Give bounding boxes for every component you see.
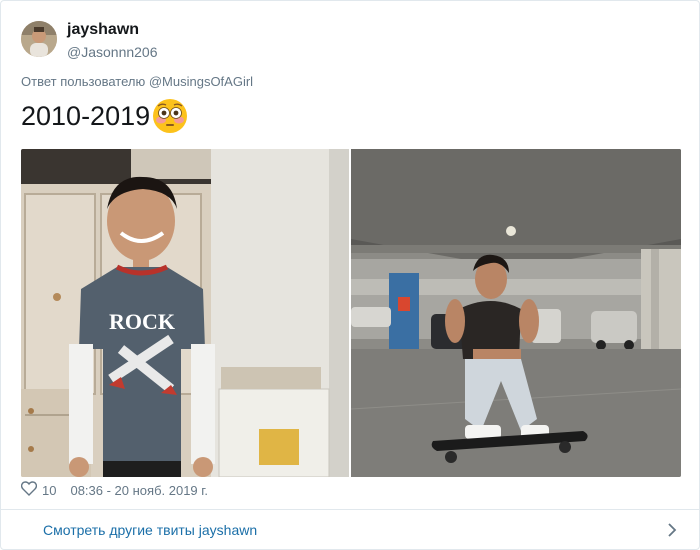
- more-tweets-footer[interactable]: Смотреть другие твиты jayshawn: [1, 509, 699, 549]
- shirt-print: ROCK: [109, 309, 175, 334]
- more-tweets-link[interactable]: Смотреть другие твиты jayshawn: [43, 522, 257, 538]
- tweet-card: jayshawn @Jasonnn206 Ответ пользователю …: [0, 0, 700, 550]
- avatar[interactable]: [21, 21, 57, 57]
- like-button[interactable]: 10: [20, 481, 70, 499]
- heart-icon: [20, 481, 38, 499]
- tweet-media[interactable]: ROCK: [21, 149, 681, 477]
- reply-context: Ответ пользователю @MusingsOfAGirl: [21, 74, 254, 89]
- photo-childhood[interactable]: ROCK: [21, 149, 349, 477]
- flushed-face-emoji-icon: [152, 98, 188, 134]
- chevron-right-icon[interactable]: [667, 522, 677, 543]
- photo-skateboard[interactable]: [351, 149, 681, 477]
- tweet-body: 2010-2019: [21, 101, 151, 131]
- author-handle[interactable]: @Jasonnn206: [67, 44, 158, 60]
- tweet-text: 2010-2019: [21, 97, 188, 135]
- author-name[interactable]: jayshawn: [67, 21, 139, 39]
- tweet-meta: 10 08:36 - 20 нояб. 2019 г.: [20, 481, 208, 499]
- tweet-timestamp[interactable]: 08:36 - 20 нояб. 2019 г.: [70, 483, 208, 498]
- like-count: 10: [42, 482, 57, 498]
